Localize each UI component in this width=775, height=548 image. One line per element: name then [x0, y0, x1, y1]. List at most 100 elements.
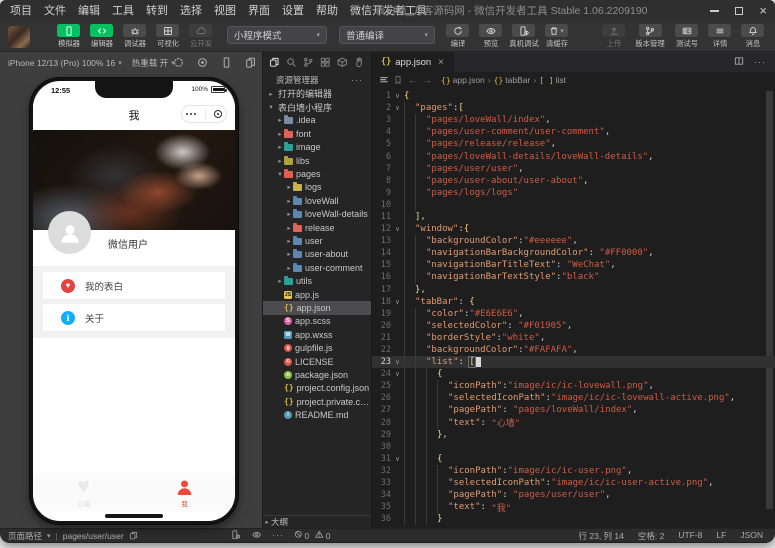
code-line-3[interactable]: 3 "pages/loveWall/index",	[372, 114, 775, 127]
code-line-26[interactable]: 26 "selectedIconPath": "image/ic/ic-lovewa…	[372, 392, 775, 405]
code-line-33[interactable]: 33 "selectedIconPath": "image/ic/ic-user-a…	[372, 477, 775, 490]
code-line-12[interactable]: 12 ∨ "window":{	[372, 223, 775, 236]
tree-item-app.js[interactable]: JS app.js	[263, 288, 371, 301]
capsule-menu[interactable]	[181, 105, 227, 123]
tree-item-release[interactable]: ▸ release	[263, 221, 371, 234]
compass-icon[interactable]	[173, 57, 184, 70]
code-line-6[interactable]: 6 "pages/loveWall-details/loveWall-detail…	[372, 150, 775, 163]
tree-item-user-comment[interactable]: ▸ user-comment	[263, 261, 371, 274]
branch-icon[interactable]	[303, 57, 314, 68]
code-line-22[interactable]: 22 "backgroundColor": "#FAFAFA",	[372, 343, 775, 357]
mode-select[interactable]: 小程序模式 ▾	[227, 26, 327, 44]
warning-count[interactable]: 0	[315, 530, 330, 541]
fold-icon[interactable]: ∨	[391, 104, 404, 112]
code-line-17[interactable]: 17},	[372, 283, 775, 296]
code-line-28[interactable]: 28 "text": "心墙"	[372, 416, 775, 429]
phone-icon[interactable]	[221, 57, 232, 70]
breadcrumb-item-app.json[interactable]: {} app.json	[441, 75, 485, 85]
close-tab-icon[interactable]: ×	[438, 57, 444, 68]
tab-lovewall[interactable]: ♥ 心墙	[33, 473, 134, 511]
status-item[interactable]: UTF-8	[678, 530, 702, 542]
tree-item-package.json[interactable]: n package.json	[263, 368, 371, 381]
device-select[interactable]: iPhone 12/13 (Pro) 100% 16 ▾	[8, 58, 122, 68]
toolbar-button-idcard[interactable]: 测试号	[670, 24, 703, 49]
code-line-30[interactable]: 30	[372, 440, 775, 453]
record-icon[interactable]	[197, 57, 208, 70]
preview-eye-icon[interactable]	[252, 530, 262, 542]
status-item[interactable]: LF	[716, 530, 726, 542]
menu-item[interactable]: 文件	[38, 0, 72, 22]
toolbar-button-upload[interactable]: 上传	[597, 24, 630, 49]
breadcrumb-item-tabBar[interactable]: {} tabBar	[494, 75, 531, 85]
tree-item-user-about[interactable]: ▸ user-about	[263, 248, 371, 261]
hand-icon[interactable]	[354, 57, 365, 68]
code-line-29[interactable]: 29},	[372, 428, 775, 441]
files-icon[interactable]	[269, 57, 280, 68]
tree-item-loveWall-details[interactable]: ▸ loveWall-details	[263, 208, 371, 221]
code-line-24[interactable]: 24 ∨{	[372, 368, 775, 381]
code-line-5[interactable]: 5 "pages/release/release",	[372, 138, 775, 151]
menu-item[interactable]: 工具	[106, 0, 140, 22]
split-editor-icon[interactable]	[734, 53, 744, 71]
menu-item[interactable]: 设置	[276, 0, 310, 22]
code-line-21[interactable]: 21 "borderStyle": "white",	[372, 331, 775, 344]
fold-icon[interactable]: ∨	[391, 92, 404, 100]
menu-item[interactable]: 帮助	[310, 0, 344, 22]
menu-item-about[interactable]: i 关于	[43, 304, 225, 331]
fold-icon[interactable]: ∨	[391, 370, 404, 378]
code-line-25[interactable]: 25 "iconPath": "image/ic/ic-lovewall.png",	[372, 380, 775, 393]
tree-item-pages[interactable]: ▾ pages	[263, 167, 371, 180]
toolbar-button-phone[interactable]: 模拟器	[52, 24, 85, 49]
menu-item[interactable]: 编辑	[72, 0, 106, 22]
minimize-icon[interactable]	[710, 10, 720, 12]
tree-item-project.private.config.js...[interactable]: {}project.private.config.js...	[263, 395, 371, 408]
toolbar-button-code[interactable]: 编辑器	[85, 24, 118, 49]
menu-item[interactable]: 视图	[208, 0, 242, 22]
tree-item-LICENSE[interactable]: © LICENSE	[263, 355, 371, 368]
tree-item-app.scss[interactable]: Sapp.scss	[263, 315, 371, 328]
tree-item-README.md[interactable]: i README.md	[263, 408, 371, 421]
code-line-13[interactable]: 13 "backgroundColor": "#eeeeee",	[372, 235, 775, 248]
ext-icon[interactable]	[320, 57, 331, 68]
code-line-31[interactable]: 31 ∨{	[372, 452, 775, 465]
tree-item-libs[interactable]: ▸ libs	[263, 154, 371, 167]
toolbar-button-eye[interactable]: 预览	[474, 24, 507, 49]
breadcrumb-item-list[interactable]: [ ] list	[539, 75, 566, 85]
status-item[interactable]: 空格: 2	[638, 530, 664, 542]
toolbar-button-bell[interactable]: 消息	[736, 24, 769, 49]
tree-item-loveWall[interactable]: ▸ loveWall	[263, 194, 371, 207]
toolbar-button-branch[interactable]: 版本管理	[630, 24, 670, 49]
code-line-4[interactable]: 4 "pages/user-comment/user-comment",	[372, 126, 775, 139]
code-line-18[interactable]: 18 ∨ "tabBar": {	[372, 295, 775, 308]
maximize-icon[interactable]	[735, 7, 744, 15]
hot-reload-toggle[interactable]: 热重载 开 ▾	[132, 57, 175, 69]
code-line-32[interactable]: 32 "iconPath": "image/ic/ic-user.png",	[372, 464, 775, 477]
more-icon[interactable]: ···	[272, 530, 284, 540]
more-icon[interactable]: ···	[351, 75, 363, 85]
page-path-label[interactable]: 页面路径	[8, 530, 42, 542]
code-line-23[interactable]: 23 ∨ "list": [	[372, 356, 775, 369]
menu-item[interactable]: 转到	[140, 0, 174, 22]
menu-item-my-confession[interactable]: ♥ 我的表白	[43, 272, 225, 299]
fold-icon[interactable]: ∨	[391, 455, 404, 463]
tree-item-logs[interactable]: ▸ logs	[263, 181, 371, 194]
outline-list-icon[interactable]	[379, 75, 389, 85]
forward-icon[interactable]: →	[423, 75, 432, 85]
close-icon[interactable]: ×	[759, 4, 767, 17]
tree-item-user[interactable]: ▸ user	[263, 234, 371, 247]
tree-item-[interactable]: ▸ 打开的编辑器	[263, 87, 371, 100]
menu-item[interactable]: 选择	[174, 0, 208, 22]
code-line-19[interactable]: 19 "color": "#E6E6E6",	[372, 307, 775, 320]
toolbar-button-lines[interactable]: 详情	[703, 24, 736, 49]
code-line-34[interactable]: 34 "pagePath": "pages/user/user",	[372, 489, 775, 502]
tree-item-image[interactable]: ▸ image	[263, 141, 371, 154]
code-line-10[interactable]: 10	[372, 198, 775, 211]
user-avatar[interactable]	[8, 26, 30, 48]
code-line-1[interactable]: 1 ∨{	[372, 90, 775, 102]
toolbar-button-grid[interactable]: 可视化	[151, 24, 184, 49]
tree-item-[interactable]: ▾ 表白墙小程序	[263, 100, 371, 113]
box-icon[interactable]	[337, 57, 348, 68]
fold-icon[interactable]: ∨	[391, 358, 404, 366]
copy-path-icon[interactable]	[129, 531, 138, 540]
tree-item-.idea[interactable]: ▸ .idea	[263, 114, 371, 127]
